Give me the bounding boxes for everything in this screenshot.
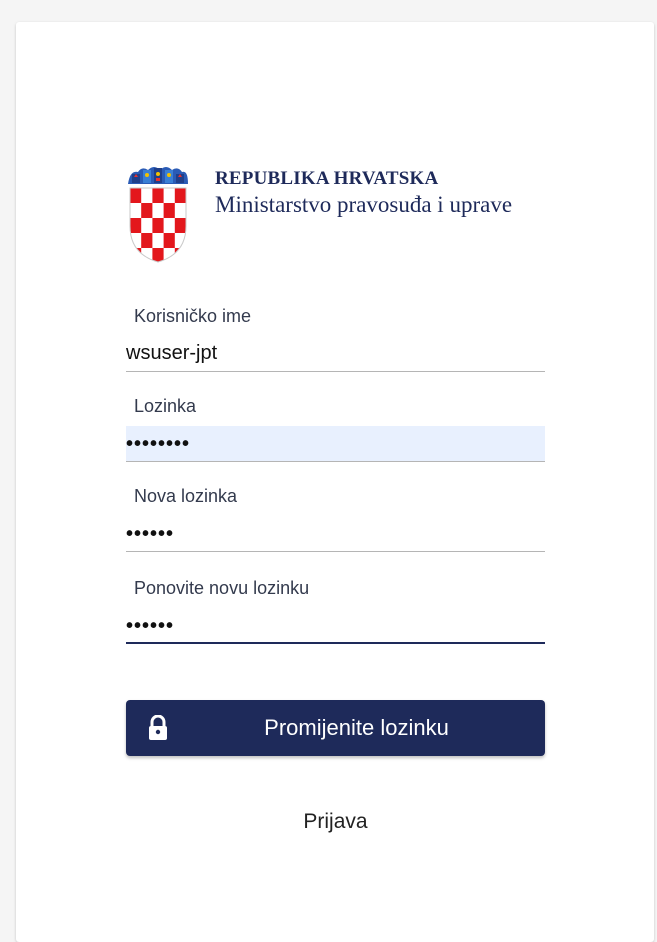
password-input[interactable]: •••••••• [126, 426, 545, 462]
brand-header: REPUBLIKA HRVATSKA Ministarstvo pravosuđ… [126, 160, 545, 264]
repeat-password-value: •••••• [126, 614, 175, 637]
brand-text: REPUBLIKA HRVATSKA Ministarstvo pravosuđ… [215, 168, 545, 218]
new-password-label: Nova lozinka [134, 486, 238, 506]
repeat-password-label: Ponovite novu lozinku [134, 578, 310, 598]
username-label: Korisničko ime [134, 306, 252, 326]
change-password-button[interactable]: Promijenite lozinku [126, 700, 545, 756]
login-card: REPUBLIKA HRVATSKA Ministarstvo pravosuđ… [16, 22, 654, 942]
repeat-password-input[interactable]: •••••• [126, 608, 545, 644]
password-value: •••••••• [126, 433, 191, 455]
country-name: REPUBLIKA HRVATSKA [215, 168, 439, 189]
password-label: Lozinka [134, 396, 197, 416]
repeat-password-field: Ponovite novu lozinku •••••• [126, 578, 545, 644]
password-field: Lozinka •••••••• [126, 396, 545, 462]
username-field: Korisničko ime wsuser-jpt [126, 306, 545, 372]
new-password-value: •••••• [126, 523, 175, 545]
ministry-name: Ministarstvo pravosuđa i uprave [215, 192, 513, 217]
username-value: wsuser-jpt [126, 342, 218, 364]
new-password-input[interactable]: •••••• [126, 516, 545, 552]
lock-icon [148, 715, 188, 741]
change-password-label: Promijenite lozinku [264, 715, 449, 740]
croatian-coat-of-arms-icon [128, 167, 188, 263]
login-link[interactable]: Prijava [126, 810, 545, 834]
username-input[interactable]: wsuser-jpt [126, 336, 545, 372]
new-password-field: Nova lozinka •••••• [126, 486, 545, 552]
